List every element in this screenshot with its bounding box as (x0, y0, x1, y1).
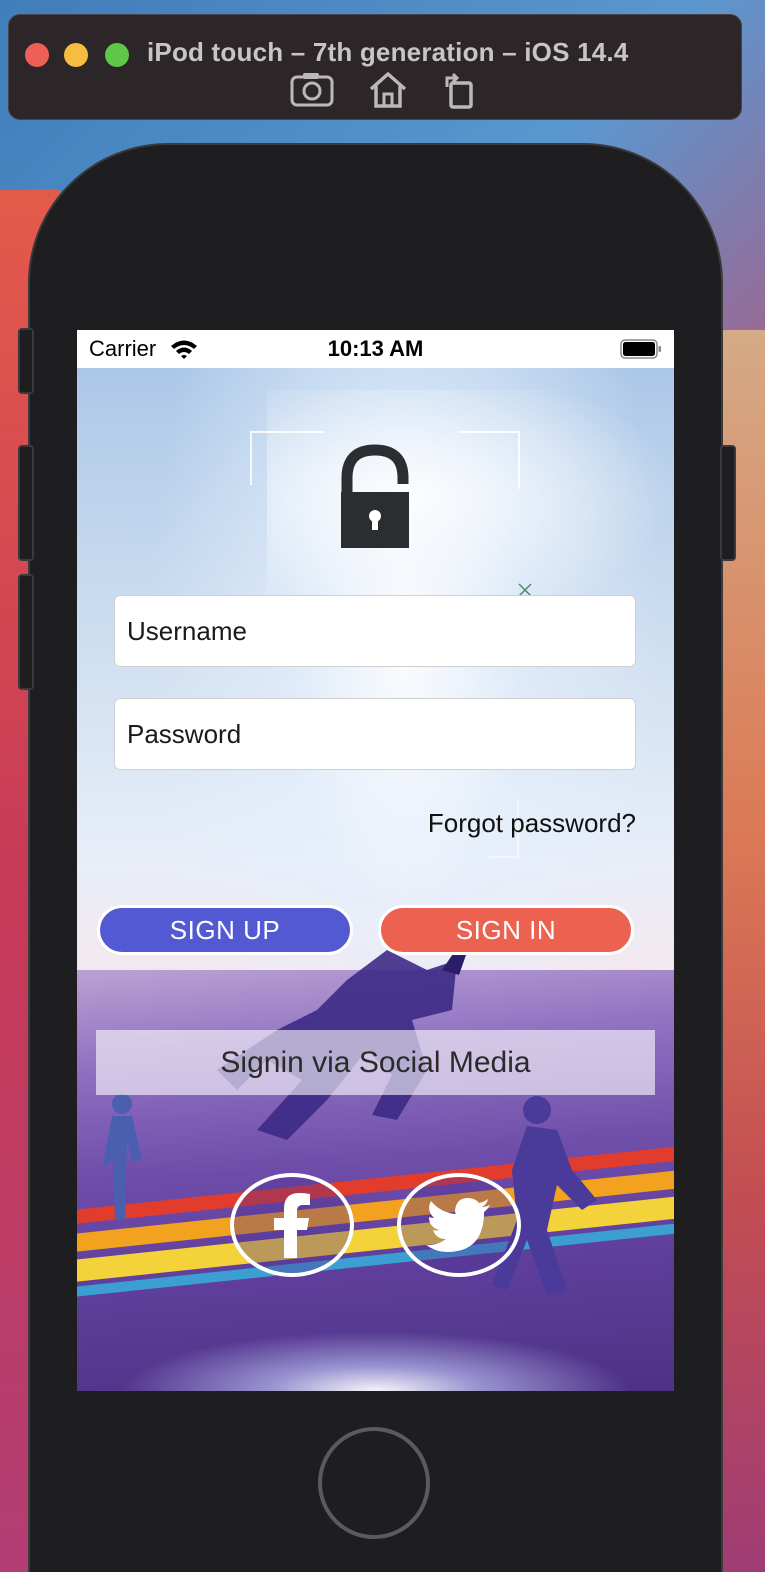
runner-silhouette-left (102, 1094, 142, 1220)
zoom-window-button[interactable] (105, 43, 129, 67)
home-button[interactable] (318, 1427, 430, 1539)
volume-up-button (18, 445, 34, 561)
lock-icon (341, 444, 409, 548)
sign-in-label: SIGN IN (455, 914, 557, 945)
sign-up-label: SIGN UP (169, 914, 281, 945)
facebook-button[interactable] (230, 1173, 354, 1277)
rotate-icon[interactable] (437, 69, 483, 111)
bottom-glow (77, 1321, 674, 1391)
home-icon[interactable] (365, 69, 411, 111)
frame-corner-top-right (458, 431, 520, 489)
mute-switch (18, 328, 34, 394)
battery-icon (620, 339, 661, 359)
frame-corner-top-left (250, 431, 324, 485)
simulator-title: iPod touch – 7th generation – iOS 14.4 (147, 37, 629, 67)
facebook-icon (274, 1193, 310, 1258)
close-window-button[interactable] (25, 43, 49, 67)
forgot-password-link[interactable]: Forgot password? (428, 808, 636, 839)
twitter-icon (426, 1198, 490, 1252)
password-input[interactable] (114, 698, 636, 770)
twitter-button[interactable] (397, 1173, 521, 1277)
status-bar: Carrier 10:13 AM (77, 330, 674, 368)
status-time: 10:13 AM (327, 336, 424, 361)
screenshot-icon[interactable] (289, 69, 335, 111)
minimize-window-button[interactable] (64, 43, 88, 67)
device-screen: Carrier 10:13 AM Forgot password? SIGN U… (77, 330, 674, 1391)
sign-in-button[interactable]: SIGN IN (378, 905, 634, 955)
volume-down-button (18, 574, 34, 690)
sign-up-button[interactable]: SIGN UP (97, 905, 353, 955)
social-media-banner: Signin via Social Media (96, 1030, 655, 1095)
simulator-title-bar: iPod touch – 7th generation – iOS 14.4 (8, 14, 742, 120)
social-media-label: Signin via Social Media (220, 1045, 531, 1079)
power-button (720, 445, 736, 561)
username-input[interactable] (114, 595, 636, 667)
